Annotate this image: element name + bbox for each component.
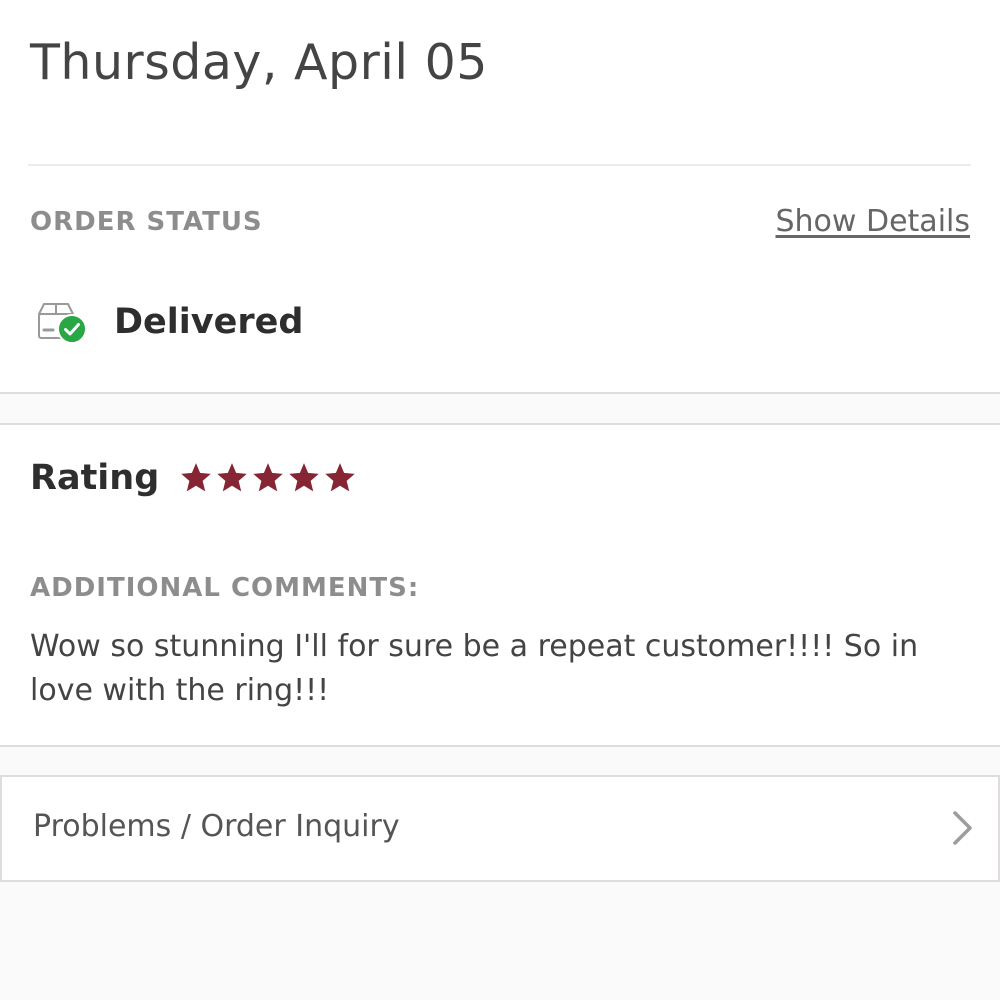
star-rating <box>179 461 359 495</box>
order-summary-card: Thursday, April 05 ORDER STATUS Show Det… <box>0 0 1000 394</box>
status-row: Delivered <box>36 296 303 348</box>
star-icon <box>289 463 320 492</box>
star-icon <box>181 463 212 492</box>
star-icon <box>217 463 248 492</box>
rating-row: Rating <box>30 455 359 501</box>
show-details-link[interactable]: Show Details <box>776 204 971 239</box>
problems-order-inquiry-button[interactable]: Problems / Order Inquiry <box>0 775 1000 882</box>
order-date-title: Thursday, April 05 <box>30 34 488 91</box>
comment-text: Wow so stunning I'll for sure be a repea… <box>30 629 919 708</box>
rating-label: Rating <box>30 458 160 498</box>
chevron-right-icon <box>953 811 972 845</box>
package-delivered-icon <box>38 303 87 344</box>
review-card: Rating ADDITIONAL COMMENTS: Wow so stunn… <box>0 423 1000 747</box>
status-text: Delivered <box>114 302 304 342</box>
star-icon <box>253 463 284 492</box>
order-detail-page: Thursday, April 05 ORDER STATUS Show Det… <box>0 0 1000 1000</box>
order-status-label: ORDER STATUS <box>30 207 263 237</box>
divider <box>28 164 971 166</box>
star-icon <box>325 463 356 492</box>
additional-comments-label: ADDITIONAL COMMENTS: <box>30 573 420 603</box>
inquiry-label: Problems / Order Inquiry <box>33 809 400 844</box>
